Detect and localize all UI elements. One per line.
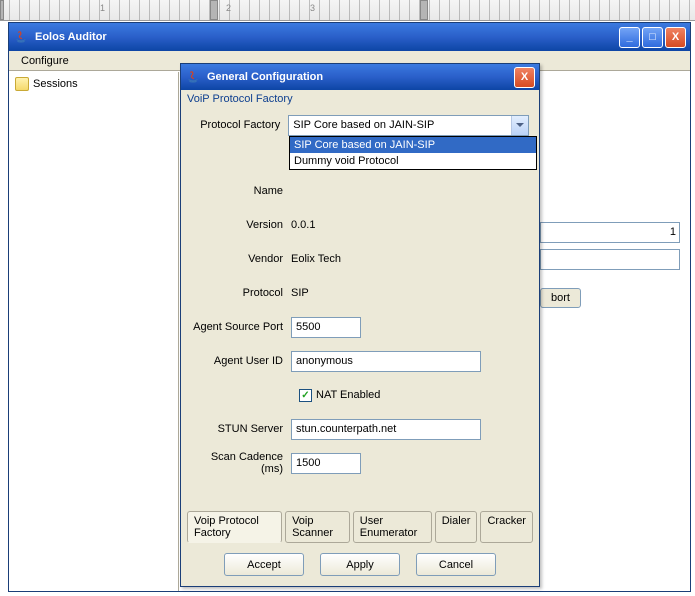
dropdown-option[interactable]: SIP Core based on JAIN-SIP [290, 137, 536, 153]
dialog-title: General Configuration [207, 71, 514, 83]
label-name: Name [191, 185, 291, 197]
background-panel: 1 bort [540, 122, 680, 308]
form: Protocol Factory SIP Core based on JAIN-… [181, 108, 539, 511]
combo-selected: SIP Core based on JAIN-SIP [289, 119, 511, 131]
minimize-button[interactable]: _ [619, 27, 640, 48]
bg-field-2[interactable] [540, 249, 680, 270]
label-protocol-factory: Protocol Factory [191, 119, 288, 131]
tab-voip-scanner[interactable]: Voip Scanner [285, 511, 350, 543]
main-title: Eolos Auditor [35, 31, 619, 43]
label-scan-cadence: Scan Cadence (ms) [191, 451, 291, 475]
tab-cracker[interactable]: Cracker [480, 511, 533, 543]
tab-voip-protocol-factory[interactable]: Voip Protocol Factory [187, 511, 282, 543]
main-titlebar[interactable]: Eolos Auditor _ □ X [9, 23, 690, 51]
label-agent-source-port: Agent Source Port [191, 321, 291, 333]
label-agent-user-id: Agent User ID [191, 355, 291, 367]
folder-icon [15, 77, 29, 91]
nat-enabled-checkbox[interactable]: ✓ NAT Enabled [299, 389, 380, 402]
agent-source-port-input[interactable] [291, 317, 361, 338]
menu-configure[interactable]: Configure [13, 53, 77, 69]
abort-button[interactable]: bort [540, 288, 581, 308]
maximize-button[interactable]: □ [642, 27, 663, 48]
java-icon [13, 29, 29, 45]
tab-user-enumerator[interactable]: User Enumerator [353, 511, 432, 543]
apply-button[interactable]: Apply [320, 553, 400, 576]
protocol-factory-combo[interactable]: SIP Core based on JAIN-SIP [288, 115, 529, 136]
tab-dialer[interactable]: Dialer [435, 511, 478, 543]
ruler: 1 2 3 [0, 0, 695, 21]
dialog-close-button[interactable]: X [514, 67, 535, 88]
stun-server-input[interactable] [291, 419, 481, 440]
label-stun-server: STUN Server [191, 423, 291, 435]
java-icon [185, 69, 201, 85]
dropdown-option[interactable]: Dummy void Protocol [290, 153, 536, 169]
tree-item-sessions[interactable]: Sessions [13, 76, 174, 92]
checkmark-icon: ✓ [299, 389, 312, 402]
value-protocol: SIP [291, 287, 529, 299]
chevron-down-icon[interactable] [511, 116, 528, 135]
close-button[interactable]: X [665, 27, 686, 48]
value-vendor: Eolix Tech [291, 253, 529, 265]
tree-label: Sessions [33, 78, 78, 90]
cancel-button[interactable]: Cancel [416, 553, 496, 576]
sessions-tree: Sessions [9, 72, 179, 591]
protocol-factory-dropdown[interactable]: SIP Core based on JAIN-SIP Dummy void Pr… [289, 136, 537, 170]
agent-user-id-input[interactable] [291, 351, 481, 372]
group-title: VoiP Protocol Factory [181, 90, 539, 108]
value-version: 0.0.1 [291, 219, 529, 231]
label-nat-enabled: NAT Enabled [316, 389, 380, 401]
bg-field-1[interactable]: 1 [540, 222, 680, 243]
label-vendor: Vendor [191, 253, 291, 265]
dialog-buttons: Accept Apply Cancel [181, 547, 539, 586]
label-version: Version [191, 219, 291, 231]
config-dialog: General Configuration X VoiP Protocol Fa… [180, 63, 540, 587]
accept-button[interactable]: Accept [224, 553, 304, 576]
tab-bar: Voip Protocol Factory Voip Scanner User … [181, 511, 539, 543]
dialog-titlebar[interactable]: General Configuration X [181, 64, 539, 90]
label-protocol: Protocol [191, 287, 291, 299]
scan-cadence-input[interactable] [291, 453, 361, 474]
